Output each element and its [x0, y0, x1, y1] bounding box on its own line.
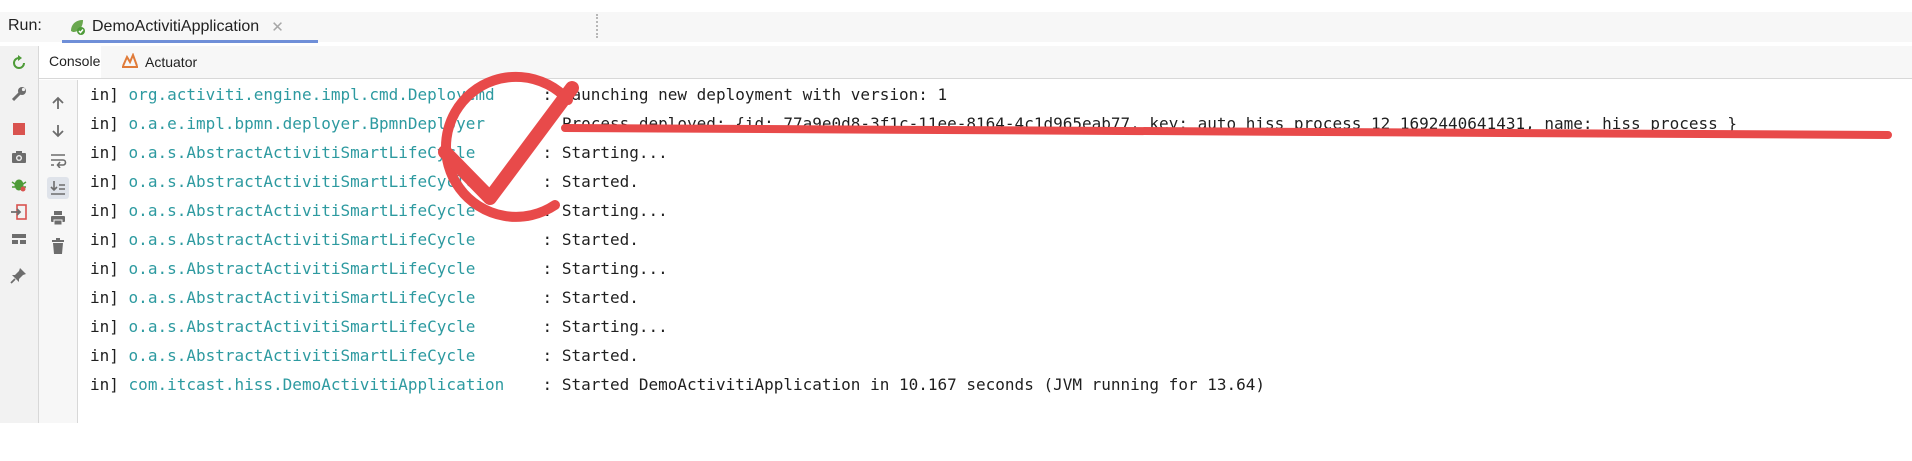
log-level: in]: [90, 172, 119, 191]
log-level: in]: [90, 114, 119, 133]
log-level: in]: [90, 288, 119, 307]
tab-actuator[interactable]: Actuator: [111, 46, 207, 78]
log-level: in]: [90, 230, 119, 249]
logger-name: o.a.s.AbstractActivitiSmartLifeCycle: [128, 317, 476, 336]
console-line: in] o.a.s.AbstractActivitiSmartLifeCycle…: [90, 167, 639, 196]
wrench-icon[interactable]: [8, 83, 30, 105]
run-config-title: DemoActivitiApplication: [92, 18, 260, 35]
rerun-icon[interactable]: [8, 52, 30, 74]
tab-console-label: Console: [49, 53, 101, 69]
console-line: in] o.a.s.AbstractActivitiSmartLifeCycle…: [90, 341, 639, 370]
logger-name: o.a.s.AbstractActivitiSmartLifeCycle: [128, 172, 476, 191]
logger-name: o.a.s.AbstractActivitiSmartLifeCycle: [128, 288, 476, 307]
logger-name: o.a.e.impl.bpmn.deployer.BpmnDeployer: [128, 114, 485, 133]
log-message: : Starting...: [542, 259, 668, 278]
toolbar-separator: [596, 14, 600, 38]
soft-wrap-icon[interactable]: [47, 149, 69, 171]
console-line: in] org.activiti.engine.impl.cmd.DeployC…: [90, 80, 947, 109]
log-message: : Launching new deployment with version:…: [542, 85, 948, 104]
log-level: in]: [90, 317, 119, 336]
log-level: in]: [90, 143, 119, 162]
console-line: in] o.a.s.AbstractActivitiSmartLifeCycle…: [90, 254, 668, 283]
arrow-up-icon[interactable]: [47, 92, 69, 114]
tab-console[interactable]: Console: [39, 46, 101, 78]
logger-name: o.a.s.AbstractActivitiSmartLifeCycle: [128, 201, 476, 220]
actuator-icon: [121, 51, 139, 72]
log-message: : Process deployed: {id: 77a9e0d8-3f1c-1…: [542, 114, 1738, 133]
run-actions-strip: [0, 46, 39, 423]
tab-actuator-label: Actuator: [145, 54, 198, 70]
log-level: in]: [90, 259, 119, 278]
console-line: in] o.a.s.AbstractActivitiSmartLifeCycle…: [90, 138, 668, 167]
log-message: : Started.: [542, 288, 639, 307]
scroll-to-end-icon[interactable]: [47, 177, 69, 199]
run-content-tabs: Console Actuator: [39, 46, 1912, 79]
log-message: : Started.: [542, 346, 639, 365]
stop-icon[interactable]: [8, 118, 30, 140]
run-config-tab[interactable]: DemoActivitiApplication ✕: [64, 14, 294, 40]
spring-app-icon: [68, 18, 86, 36]
log-level: in]: [90, 375, 119, 394]
console-output[interactable]: in] org.activiti.engine.impl.cmd.DeployC…: [78, 80, 1912, 423]
active-tab-underline: [62, 40, 318, 43]
console-line: in] o.a.s.AbstractActivitiSmartLifeCycle…: [90, 283, 639, 312]
layout-icon[interactable]: [8, 228, 30, 250]
log-message: : Started.: [542, 172, 639, 191]
console-toolbar: [39, 80, 78, 423]
logger-name: o.a.s.AbstractActivitiSmartLifeCycle: [128, 259, 476, 278]
logger-name: org.activiti.engine.impl.cmd.DeployCmd: [128, 85, 495, 104]
bug-icon[interactable]: [8, 173, 30, 195]
log-level: in]: [90, 85, 119, 104]
log-level: in]: [90, 346, 119, 365]
run-toolbar: Run: DemoActivitiApplication ✕: [0, 12, 1912, 43]
log-level: in]: [90, 201, 119, 220]
print-icon[interactable]: [47, 207, 69, 229]
log-message: : Starting...: [542, 317, 668, 336]
console-line: in] com.itcast.hiss.DemoActivitiApplicat…: [90, 370, 1265, 399]
run-label: Run:: [8, 17, 42, 34]
logger-name: o.a.s.AbstractActivitiSmartLifeCycle: [128, 143, 476, 162]
camera-icon[interactable]: [8, 146, 30, 168]
logger-name: o.a.s.AbstractActivitiSmartLifeCycle: [128, 346, 476, 365]
run-window: Run: DemoActivitiApplication ✕ Console A…: [0, 0, 1912, 461]
logger-name: com.itcast.hiss.DemoActivitiApplication: [128, 375, 505, 394]
close-tab-icon[interactable]: ✕: [271, 18, 284, 36]
pin-icon[interactable]: [8, 264, 30, 286]
exit-icon[interactable]: [8, 201, 30, 223]
log-message: : Starting...: [542, 201, 668, 220]
console-line: in] o.a.e.impl.bpmn.deployer.BpmnDeploye…: [90, 109, 1737, 138]
trash-icon[interactable]: [47, 235, 69, 257]
console-line: in] o.a.s.AbstractActivitiSmartLifeCycle…: [90, 225, 639, 254]
log-message: : Starting...: [542, 143, 668, 162]
console-line: in] o.a.s.AbstractActivitiSmartLifeCycle…: [90, 196, 668, 225]
log-message: : Started DemoActivitiApplication in 10.…: [542, 375, 1266, 394]
console-line: in] o.a.s.AbstractActivitiSmartLifeCycle…: [90, 312, 668, 341]
log-message: : Started.: [542, 230, 639, 249]
logger-name: o.a.s.AbstractActivitiSmartLifeCycle: [128, 230, 476, 249]
arrow-down-icon[interactable]: [47, 120, 69, 142]
